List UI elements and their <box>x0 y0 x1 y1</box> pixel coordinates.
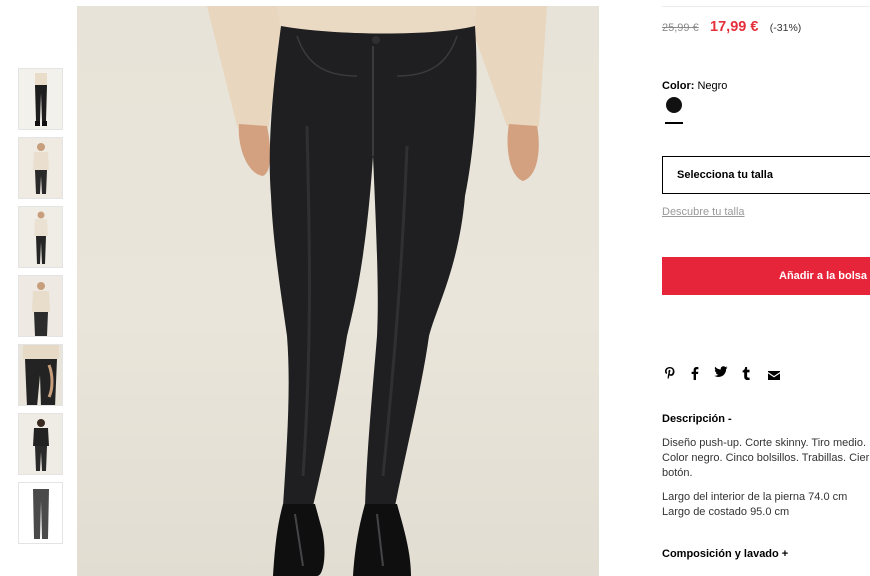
size-select[interactable]: Selecciona tu talla <box>662 156 870 194</box>
main-product-image[interactable] <box>77 6 599 576</box>
color-value: Negro <box>697 80 728 92</box>
pinterest-icon[interactable] <box>664 366 676 383</box>
thumbnail-3[interactable] <box>18 206 63 268</box>
description-paragraph: Diseño push-up. Corte skinny. Tiro medio… <box>662 437 870 479</box>
old-price: 25,99 € <box>662 22 699 34</box>
color-label-row: Color: Negro <box>662 80 727 92</box>
thumbnail-2[interactable] <box>18 137 63 199</box>
twitter-icon[interactable] <box>714 366 728 381</box>
size-select-label: Selecciona tu talla <box>677 169 773 181</box>
composition-title[interactable]: Composición y lavado + <box>662 548 788 560</box>
size-guide-link[interactable]: Descubre tu talla <box>662 206 745 218</box>
discount-badge: (-31%) <box>769 22 802 34</box>
color-label: Color: <box>662 80 695 92</box>
description-title[interactable]: Descripción - <box>662 413 732 425</box>
current-price: 17,99 € <box>710 19 759 35</box>
facebook-icon[interactable] <box>691 366 699 383</box>
add-to-bag-label: Añadir a la bolsa <box>779 270 868 282</box>
tumblr-icon[interactable] <box>742 366 751 383</box>
email-icon[interactable] <box>768 368 780 383</box>
selected-swatch-indicator <box>665 122 683 124</box>
thumbnail-5[interactable] <box>18 344 63 406</box>
measurements: Largo del interior de la pierna 74.0 cm … <box>662 490 870 520</box>
thumbnail-4[interactable] <box>18 275 63 337</box>
thumbnail-gallery <box>18 68 63 551</box>
divider-line <box>662 6 870 7</box>
price-block: 25,99 € 17,99 € (-31%) <box>662 19 801 35</box>
thumbnail-1[interactable] <box>18 68 63 130</box>
color-swatch-black[interactable] <box>666 97 682 113</box>
thumbnail-7[interactable] <box>18 482 63 544</box>
inseam-length: Largo del interior de la pierna 74.0 cm <box>662 491 848 503</box>
side-length: Largo de costado 95.0 cm <box>662 506 790 518</box>
add-to-bag-button[interactable]: Añadir a la bolsa <box>662 257 870 295</box>
thumbnail-6[interactable] <box>18 413 63 475</box>
description-text: Diseño push-up. Corte skinny. Tiro medio… <box>662 436 870 520</box>
